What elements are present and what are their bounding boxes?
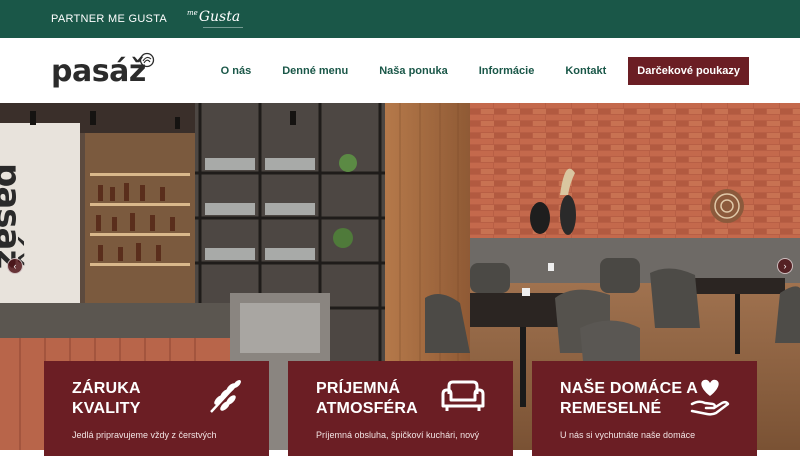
nav-kontakt[interactable]: Kontakt xyxy=(565,65,606,77)
hand-heart-icon xyxy=(690,379,730,416)
main-nav: O nás Denné menu Naša ponuka Informácie … xyxy=(221,57,749,85)
sofa-icon xyxy=(441,380,485,411)
gift-vouchers-button[interactable]: Darčekové poukazy xyxy=(628,57,749,85)
chevron-left-icon: ‹ xyxy=(13,261,17,271)
pasaz-logo[interactable]: pasáž xyxy=(51,52,155,89)
feature-text: Jedlá pripravujeme vždy z čerstvých xyxy=(72,430,217,440)
chevron-right-icon: › xyxy=(783,261,787,271)
feature-text: U nás si vychutnáte naše domáce xyxy=(560,430,696,440)
logo-text: pasáž xyxy=(51,54,146,89)
feature-card-homemade: NAŠE DOMÁCE A REMESELNÉ U nás si vychutn… xyxy=(532,361,757,456)
logo-mark-icon xyxy=(139,52,155,68)
site-header: pasáž O nás Denné menu Naša ponuka Infor… xyxy=(0,38,800,103)
feature-card-atmosphere: PRÍJEMNÁ ATMOSFÉRA Príjemná obsluha, špi… xyxy=(288,361,513,456)
feature-card-quality: ZÁRUKA KVALITY Jedlá pripravujeme vždy z… xyxy=(44,361,269,456)
wheat-icon xyxy=(210,380,241,413)
feature-text: Príjemná obsluha, špičkoví kuchári, nový xyxy=(316,430,480,440)
nav-nasa-ponuka[interactable]: Naša ponuka xyxy=(379,65,447,77)
me-gusta-logo[interactable]: meGusta xyxy=(187,9,244,28)
feature-title: NAŠE DOMÁCE A REMESELNÉ xyxy=(560,380,698,417)
feature-title: ZÁRUKA KVALITY xyxy=(72,380,141,417)
partner-label[interactable]: PARTNER ME GUSTA xyxy=(51,13,167,25)
feature-title: PRÍJEMNÁ ATMOSFÉRA xyxy=(316,380,418,417)
nav-informacie[interactable]: Informácie xyxy=(479,65,535,77)
nav-denne-menu[interactable]: Denné menu xyxy=(282,65,348,77)
nav-o-nas[interactable]: O nás xyxy=(221,65,252,77)
partner-bar: PARTNER ME GUSTA meGusta xyxy=(0,0,800,38)
slider-next-button[interactable]: › xyxy=(777,258,793,274)
slider-prev-button[interactable]: ‹ xyxy=(7,258,23,274)
